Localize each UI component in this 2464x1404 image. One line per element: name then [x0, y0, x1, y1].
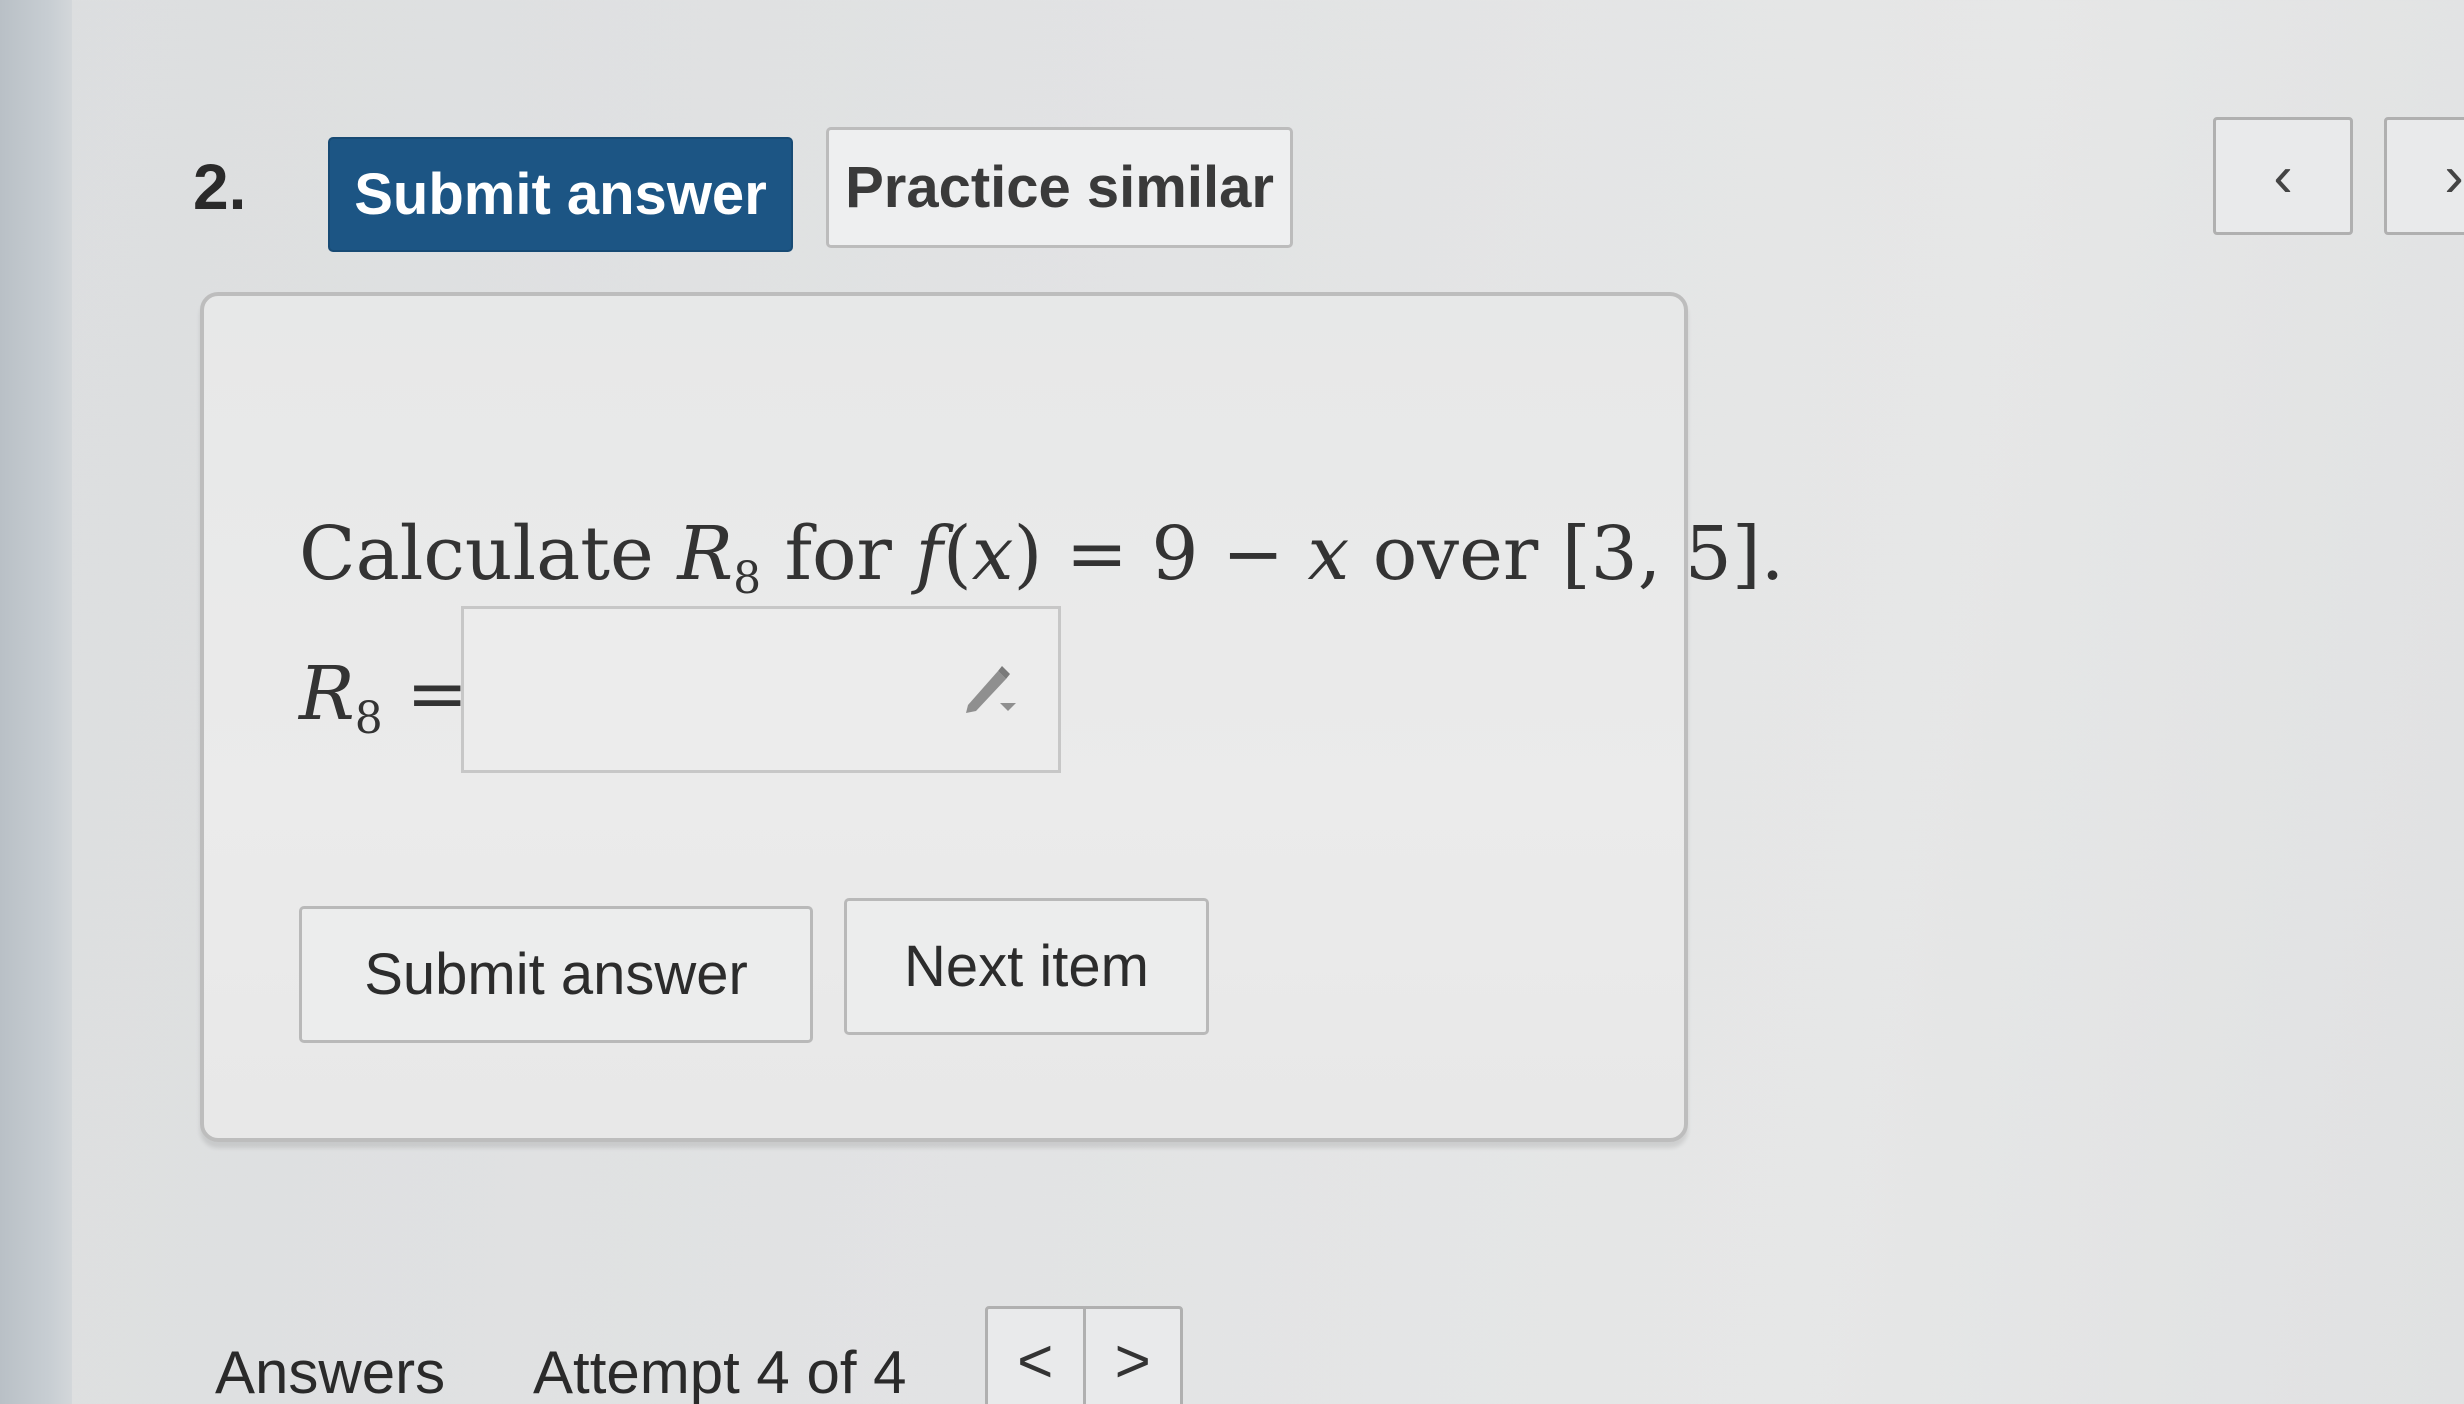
- next-question-button[interactable]: ›: [2384, 117, 2464, 235]
- prompt-over: over [3, 5].: [1349, 511, 1785, 597]
- next-attempt-button[interactable]: >: [1086, 1309, 1181, 1404]
- answer-eq: =: [382, 651, 469, 737]
- next-item-button[interactable]: Next item: [844, 898, 1209, 1035]
- answers-heading: Answers: [215, 1339, 446, 1404]
- prompt-var: R: [677, 511, 734, 597]
- answer-sub: 8: [354, 693, 383, 744]
- prompt-x2: x: [1307, 511, 1350, 597]
- previous-attempt-button[interactable]: <: [988, 1309, 1086, 1404]
- submit-answer-button-top[interactable]: Submit answer: [328, 137, 793, 252]
- prompt-func: f: [915, 511, 943, 597]
- practice-similar-button[interactable]: Practice similar: [826, 127, 1293, 248]
- chevron-left-icon: <: [1017, 1326, 1054, 1396]
- prompt-open: (: [942, 511, 972, 597]
- prompt-close-eq: ) = 9 −: [1013, 511, 1308, 597]
- chevron-right-icon: >: [1114, 1326, 1151, 1396]
- submit-answer-button[interactable]: Submit answer: [299, 906, 813, 1043]
- pencil-icon[interactable]: [960, 659, 1020, 719]
- prompt-x: x: [971, 511, 1014, 597]
- question-card: Calculate R8 for f(x) = 9 − x over [3, 5…: [200, 292, 1784, 1142]
- left-rail: [0, 0, 72, 1404]
- answer-field-wrapper: [461, 606, 1061, 773]
- answer-var: R: [299, 651, 355, 737]
- answer-label: R8 =: [299, 651, 468, 744]
- chevron-left-icon: ‹: [2273, 143, 2293, 209]
- chevron-right-icon: ›: [2444, 143, 2464, 209]
- question-number: 2.: [193, 151, 247, 223]
- prompt-sub: 8: [733, 553, 762, 604]
- attempt-counter: Attempt 4 of 4: [533, 1339, 907, 1404]
- prompt-prefix: Calculate: [299, 511, 678, 597]
- attempt-nav: < >: [985, 1306, 1183, 1404]
- previous-question-button[interactable]: ‹: [2213, 117, 2353, 235]
- prompt-for: for: [761, 511, 916, 597]
- question-prompt: Calculate R8 for f(x) = 9 − x over [3, 5…: [299, 511, 1784, 604]
